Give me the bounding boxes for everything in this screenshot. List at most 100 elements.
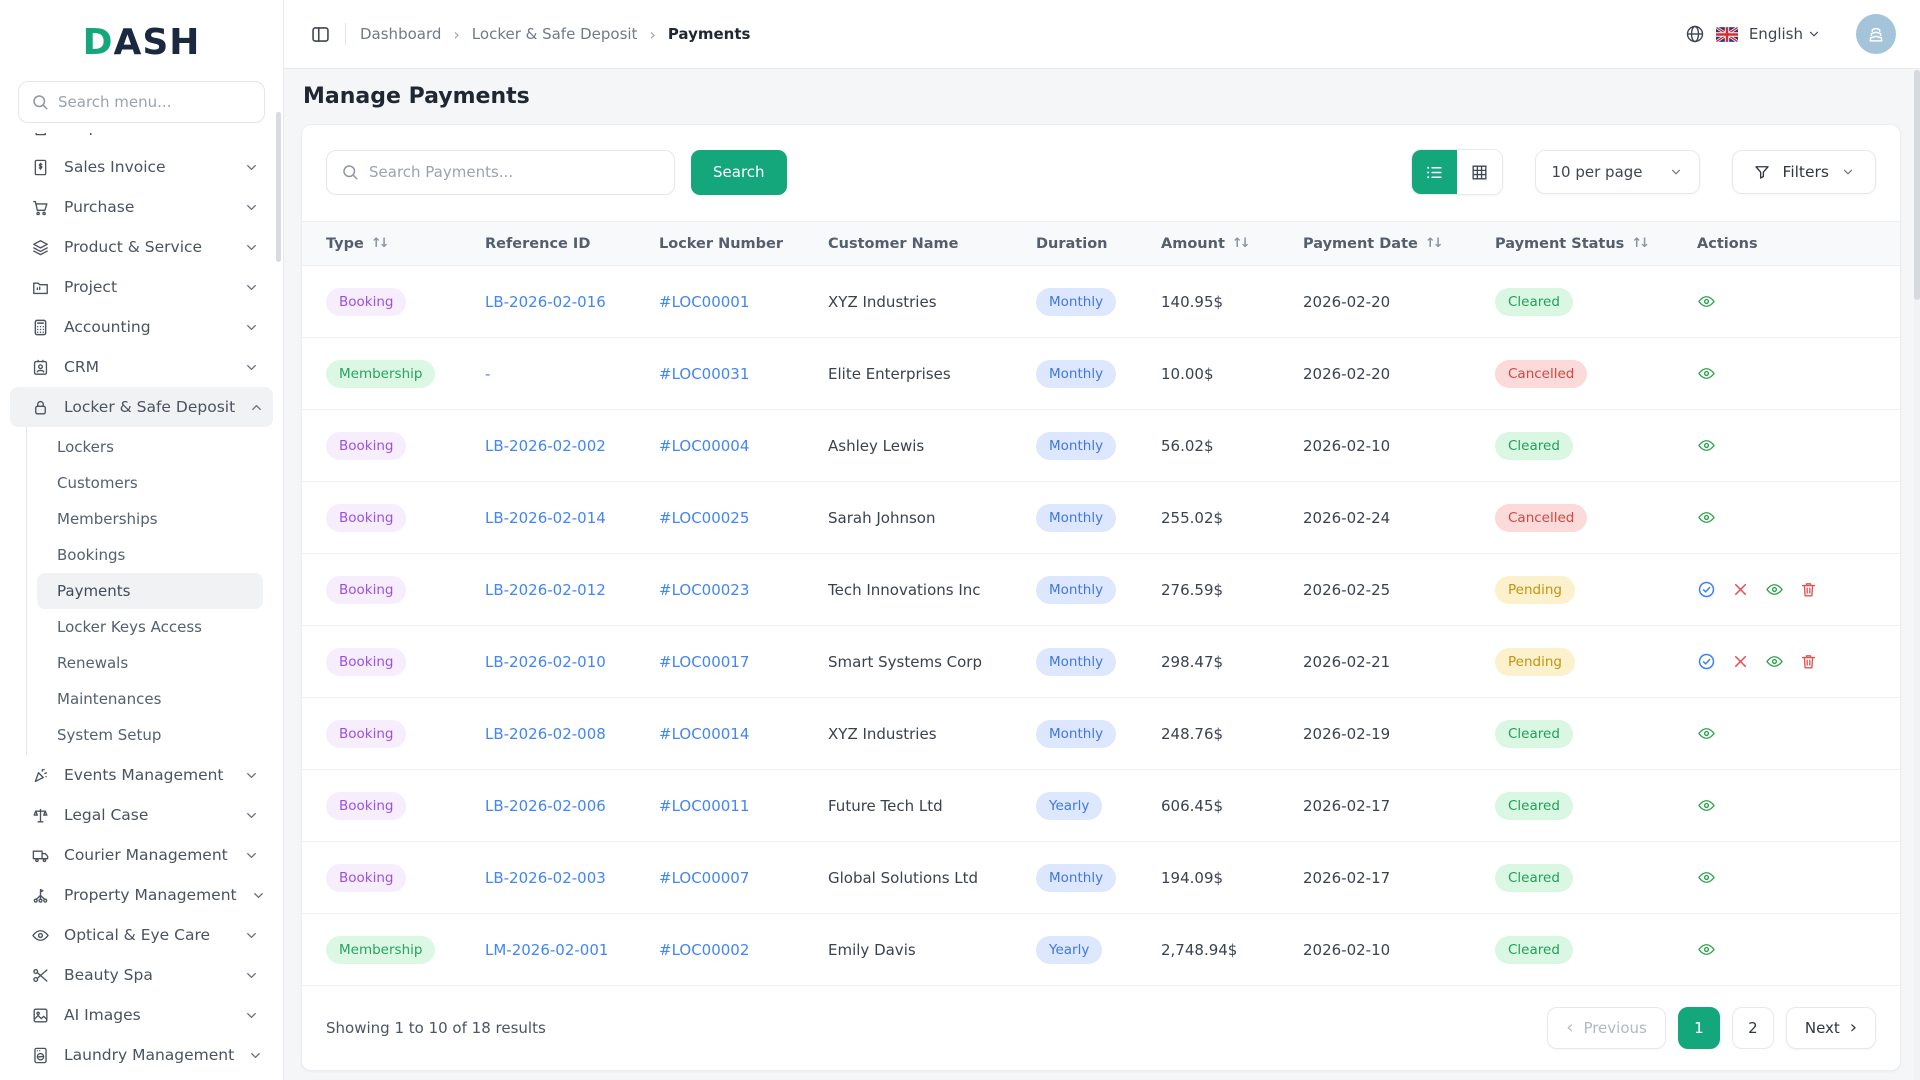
next-page-button[interactable]: Next›	[1786, 1007, 1876, 1049]
reject-action-button[interactable]	[1731, 652, 1750, 671]
sidebar-subitem-maintenances[interactable]: Maintenances	[37, 681, 263, 717]
eye-icon	[1697, 292, 1716, 311]
sidebar-toggle-button[interactable]	[310, 24, 331, 45]
sidebar-item-purchase[interactable]: Purchase	[10, 187, 273, 227]
sidebar-subitem-bookings[interactable]: Bookings	[37, 537, 263, 573]
sidebar-item-courier-management[interactable]: Courier Management	[10, 835, 273, 875]
reference-id-link[interactable]: -	[485, 365, 490, 383]
sidebar-item-accounting[interactable]: Accounting	[10, 307, 273, 347]
view-action-button[interactable]	[1697, 724, 1716, 743]
reference-id-link[interactable]: LB-2026-02-002	[485, 437, 606, 455]
page-2-button[interactable]: 2	[1732, 1007, 1774, 1049]
sidebar-subitem-memberships[interactable]: Memberships	[37, 501, 263, 537]
per-page-select[interactable]: 10 per page	[1535, 150, 1700, 194]
breadcrumb-payments: Payments	[668, 25, 751, 43]
locker-number-link[interactable]: #LOC00004	[659, 437, 749, 455]
filters-button[interactable]: Filters	[1732, 150, 1876, 194]
globe-button[interactable]	[1685, 24, 1705, 44]
sidebar-scrollbar-thumb[interactable]	[276, 112, 281, 262]
view-action-button[interactable]	[1697, 364, 1716, 383]
table-body: BookingLB-2026-02-016#LOC00001XYZ Indust…	[302, 266, 1900, 986]
sidebar-item-property-management[interactable]: Property Management	[10, 875, 273, 915]
page-scrollbar-thumb[interactable]	[1914, 70, 1920, 300]
sidebar-item-optical-eye-care[interactable]: Optical & Eye Care	[10, 915, 273, 955]
locker-number-link[interactable]: #LOC00023	[659, 581, 749, 599]
sidebar-subitem-lockers[interactable]: Lockers	[37, 429, 263, 465]
approve-action-button[interactable]	[1697, 580, 1716, 599]
locker-number-link[interactable]: #LOC00002	[659, 941, 749, 959]
sidebar-subitem-locker-keys-access[interactable]: Locker Keys Access	[37, 609, 263, 645]
sidebar-item-custom-field[interactable]: Custom Field	[10, 1075, 273, 1080]
language-selector[interactable]: English	[1749, 25, 1821, 43]
sort-arrows-icon[interactable]: ↑↓	[371, 236, 390, 251]
page-scrollbar[interactable]	[1914, 70, 1920, 1080]
reference-id-link[interactable]: LB-2026-02-014	[485, 509, 606, 527]
sidebar-subitem-customers[interactable]: Customers	[37, 465, 263, 501]
chevron-down-icon	[244, 320, 259, 335]
sidebar-item-crm[interactable]: CRM	[10, 347, 273, 387]
sidebar-item-events-management[interactable]: Events Management	[10, 755, 273, 795]
view-action-button[interactable]	[1697, 796, 1716, 815]
sidebar-search-input[interactable]	[58, 93, 252, 111]
user-avatar[interactable]	[1856, 14, 1896, 54]
breadcrumb-dashboard[interactable]: Dashboard	[360, 25, 441, 43]
view-action-button[interactable]	[1697, 868, 1716, 887]
chevron-down-icon	[244, 768, 259, 783]
locker-number-link[interactable]: #LOC00017	[659, 653, 749, 671]
sidebar-item-project[interactable]: Project	[10, 267, 273, 307]
sort-arrows-icon[interactable]: ↑↓	[1425, 236, 1444, 251]
view-action-button[interactable]	[1697, 940, 1716, 959]
locker-number-link[interactable]: #LOC00031	[659, 365, 749, 383]
sort-arrows-icon[interactable]: ↑↓	[1631, 236, 1650, 251]
building-icon	[1865, 23, 1887, 45]
sidebar-item-sales-invoice[interactable]: Sales Invoice	[10, 147, 273, 187]
sidebar-item-proposal[interactable]: Proposal	[10, 133, 273, 147]
reference-id-link[interactable]: LB-2026-02-006	[485, 797, 606, 815]
grid-view-button[interactable]	[1457, 150, 1502, 194]
sidebar-item-legal-case[interactable]: Legal Case	[10, 795, 273, 835]
list-view-button[interactable]	[1412, 150, 1457, 194]
sidebar-item-product-service[interactable]: Product & Service	[10, 227, 273, 267]
eye-icon	[1697, 940, 1716, 959]
reference-id-link[interactable]: LB-2026-02-016	[485, 293, 606, 311]
reference-id-link[interactable]: LB-2026-02-012	[485, 581, 606, 599]
breadcrumb-locker-safe-deposit[interactable]: Locker & Safe Deposit	[472, 25, 638, 43]
reference-id-link[interactable]: LB-2026-02-010	[485, 653, 606, 671]
sidebar-subitem-system-setup[interactable]: System Setup	[37, 717, 263, 753]
locker-number-cell: #LOC00017	[659, 653, 828, 671]
reference-id-link[interactable]: LB-2026-02-003	[485, 869, 606, 887]
sidebar-item-ai-images[interactable]: AI Images	[10, 995, 273, 1035]
delete-action-button[interactable]	[1799, 652, 1818, 671]
sidebar-subitem-renewals[interactable]: Renewals	[37, 645, 263, 681]
row-actions	[1697, 508, 1900, 527]
view-action-button[interactable]	[1765, 580, 1784, 599]
sidebar-subitem-payments[interactable]: Payments	[37, 573, 263, 609]
reject-action-button[interactable]	[1731, 580, 1750, 599]
locker-number-link[interactable]: #LOC00011	[659, 797, 749, 815]
previous-page-button[interactable]: ‹Previous	[1547, 1007, 1666, 1049]
sidebar-item-label: Courier Management	[64, 846, 230, 864]
type-cell: Booking	[302, 720, 485, 748]
sidebar-item-locker-safe-deposit[interactable]: Locker & Safe Deposit	[10, 387, 273, 427]
locker-number-link[interactable]: #LOC00014	[659, 725, 749, 743]
sidebar-item-laundry-management[interactable]: Laundry Management	[10, 1035, 273, 1075]
payments-search-input[interactable]	[369, 163, 660, 181]
reference-id-link[interactable]: LM-2026-02-001	[485, 941, 608, 959]
payment-status-cell: Pending	[1495, 648, 1697, 676]
reference-id-link[interactable]: LB-2026-02-008	[485, 725, 606, 743]
sort-arrows-icon[interactable]: ↑↓	[1232, 236, 1251, 251]
approve-action-button[interactable]	[1697, 652, 1716, 671]
view-action-button[interactable]	[1697, 508, 1716, 527]
view-action-button[interactable]	[1697, 292, 1716, 311]
breadcrumb: Dashboard › Locker & Safe Deposit › Paym…	[360, 25, 750, 44]
locker-number-link[interactable]: #LOC00025	[659, 509, 749, 527]
locker-number-link[interactable]: #LOC00007	[659, 869, 749, 887]
locker-number-link[interactable]: #LOC00001	[659, 293, 749, 311]
locker-number-cell: #LOC00031	[659, 365, 828, 383]
delete-action-button[interactable]	[1799, 580, 1818, 599]
search-button[interactable]: Search	[691, 150, 787, 195]
sidebar-item-beauty-spa[interactable]: Beauty Spa	[10, 955, 273, 995]
page-1-button[interactable]: 1	[1678, 1007, 1720, 1049]
view-action-button[interactable]	[1697, 436, 1716, 455]
view-action-button[interactable]	[1765, 652, 1784, 671]
